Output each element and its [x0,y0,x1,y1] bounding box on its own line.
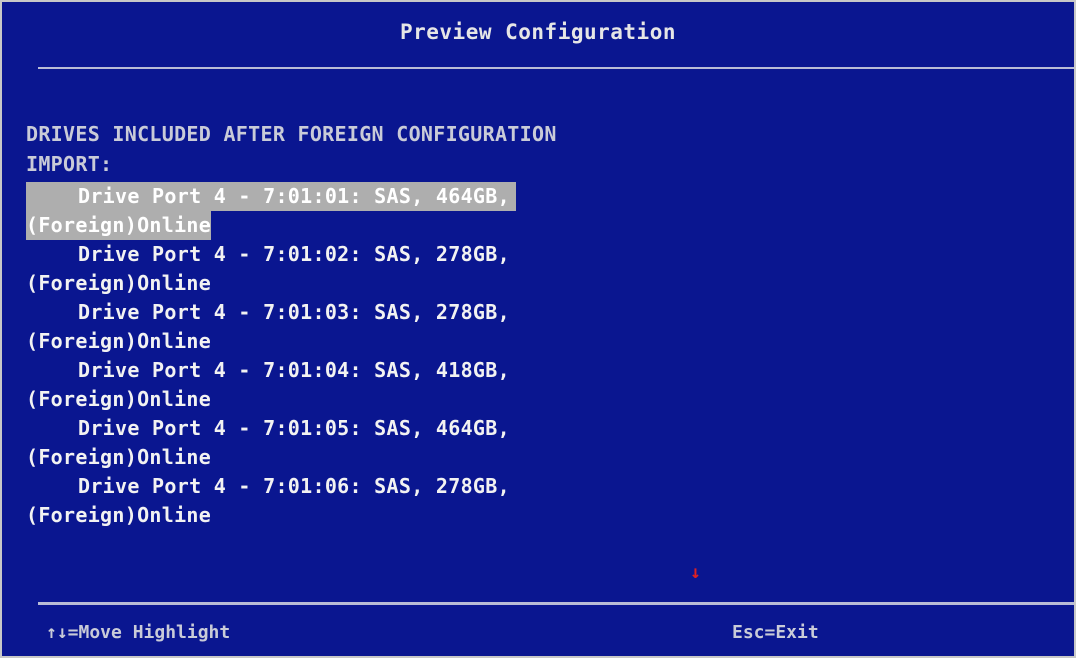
drive-list: Drive Port 4 - 7:01:01: SAS, 464GB, (For… [26,182,516,530]
footer-hint-move-highlight: ↑↓=Move Highlight [46,622,231,643]
section-heading-line2: IMPORT: [26,152,113,176]
drive-item-status: (Foreign)Online [26,329,212,353]
drive-item-label: Drive Port 4 - 7:01:01: SAS, 464GB, [26,182,516,211]
drive-item-status: (Foreign)Online [26,387,212,411]
drive-item-status: (Foreign)Online [26,211,212,240]
drive-item[interactable]: Drive Port 4 - 7:01:06: SAS, 278GB, (For… [26,472,516,530]
drive-item-label: Drive Port 4 - 7:01:06: SAS, 278GB, [78,474,510,498]
drive-item-status: (Foreign)Online [26,271,212,295]
section-heading: DRIVES INCLUDED AFTER FOREIGN CONFIGURAT… [26,119,666,179]
footer-hint-exit: Esc=Exit [732,622,819,643]
top-divider [38,67,1074,69]
scroll-down-arrow-icon[interactable]: ↓ [690,562,701,583]
drive-item-label: Drive Port 4 - 7:01:02: SAS, 278GB, [78,242,510,266]
window-title: Preview Configuration [399,20,676,44]
drive-item[interactable]: Drive Port 4 - 7:01:02: SAS, 278GB, (For… [26,240,516,298]
drive-item-label: Drive Port 4 - 7:01:05: SAS, 464GB, [78,416,510,440]
section-heading-line1: DRIVES INCLUDED AFTER FOREIGN CONFIGURAT… [26,122,557,146]
drive-item-label: Drive Port 4 - 7:01:03: SAS, 278GB, [78,300,510,324]
drive-item-label: Drive Port 4 - 7:01:04: SAS, 418GB, [78,358,510,382]
drive-item-status: (Foreign)Online [26,445,212,469]
drive-item[interactable]: Drive Port 4 - 7:01:04: SAS, 418GB, (For… [26,356,516,414]
drive-item[interactable]: Drive Port 4 - 7:01:05: SAS, 464GB, (For… [26,414,516,472]
bios-screen: Preview Configuration DRIVES INCLUDED AF… [0,0,1076,658]
bottom-divider [38,602,1074,605]
drive-item[interactable]: Drive Port 4 - 7:01:03: SAS, 278GB, (For… [26,298,516,356]
drive-item-status: (Foreign)Online [26,503,212,527]
drive-item[interactable]: Drive Port 4 - 7:01:01: SAS, 464GB, (For… [26,182,516,240]
